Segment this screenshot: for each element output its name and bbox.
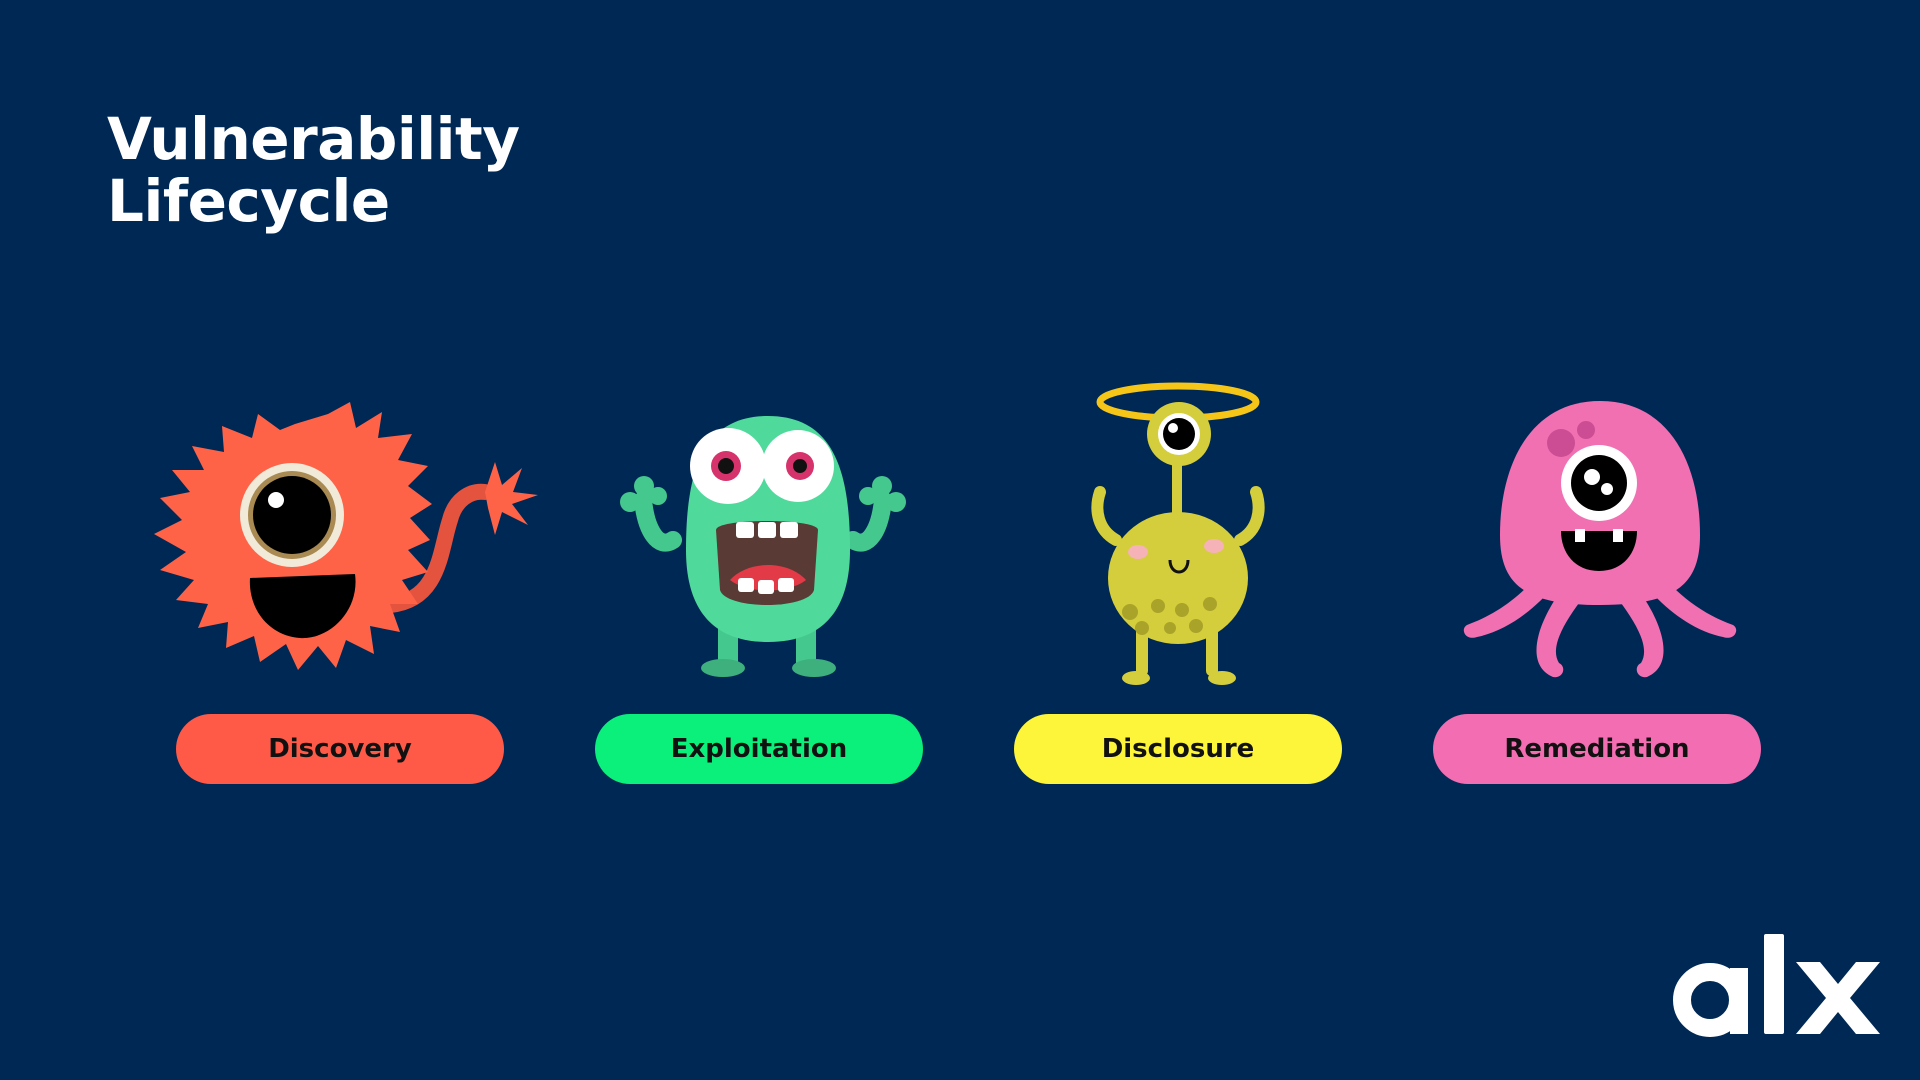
stage-pill-exploitation: Exploitation bbox=[595, 714, 923, 784]
page-title: Vulnerability Lifecycle bbox=[107, 108, 520, 232]
stage-label: Disclosure bbox=[1101, 734, 1255, 764]
stage-pill-remediation: Remediation bbox=[1433, 714, 1761, 784]
stage-label: Discovery bbox=[268, 734, 412, 764]
yellow-halo-monster-icon bbox=[1091, 382, 1265, 685]
alx-logo-icon bbox=[1673, 934, 1880, 1037]
title-line-1: Vulnerability bbox=[107, 105, 520, 173]
title-line-2: Lifecycle bbox=[107, 167, 390, 235]
stage-pill-discovery: Discovery bbox=[176, 714, 504, 784]
green-screaming-monster-icon bbox=[620, 416, 906, 677]
stage-pill-disclosure: Disclosure bbox=[1014, 714, 1342, 784]
orange-furry-monster-icon bbox=[154, 402, 538, 670]
pink-octopus-monster-icon bbox=[1463, 401, 1737, 678]
stage-label: Exploitation bbox=[670, 734, 848, 764]
stage-label: Remediation bbox=[1504, 734, 1690, 764]
